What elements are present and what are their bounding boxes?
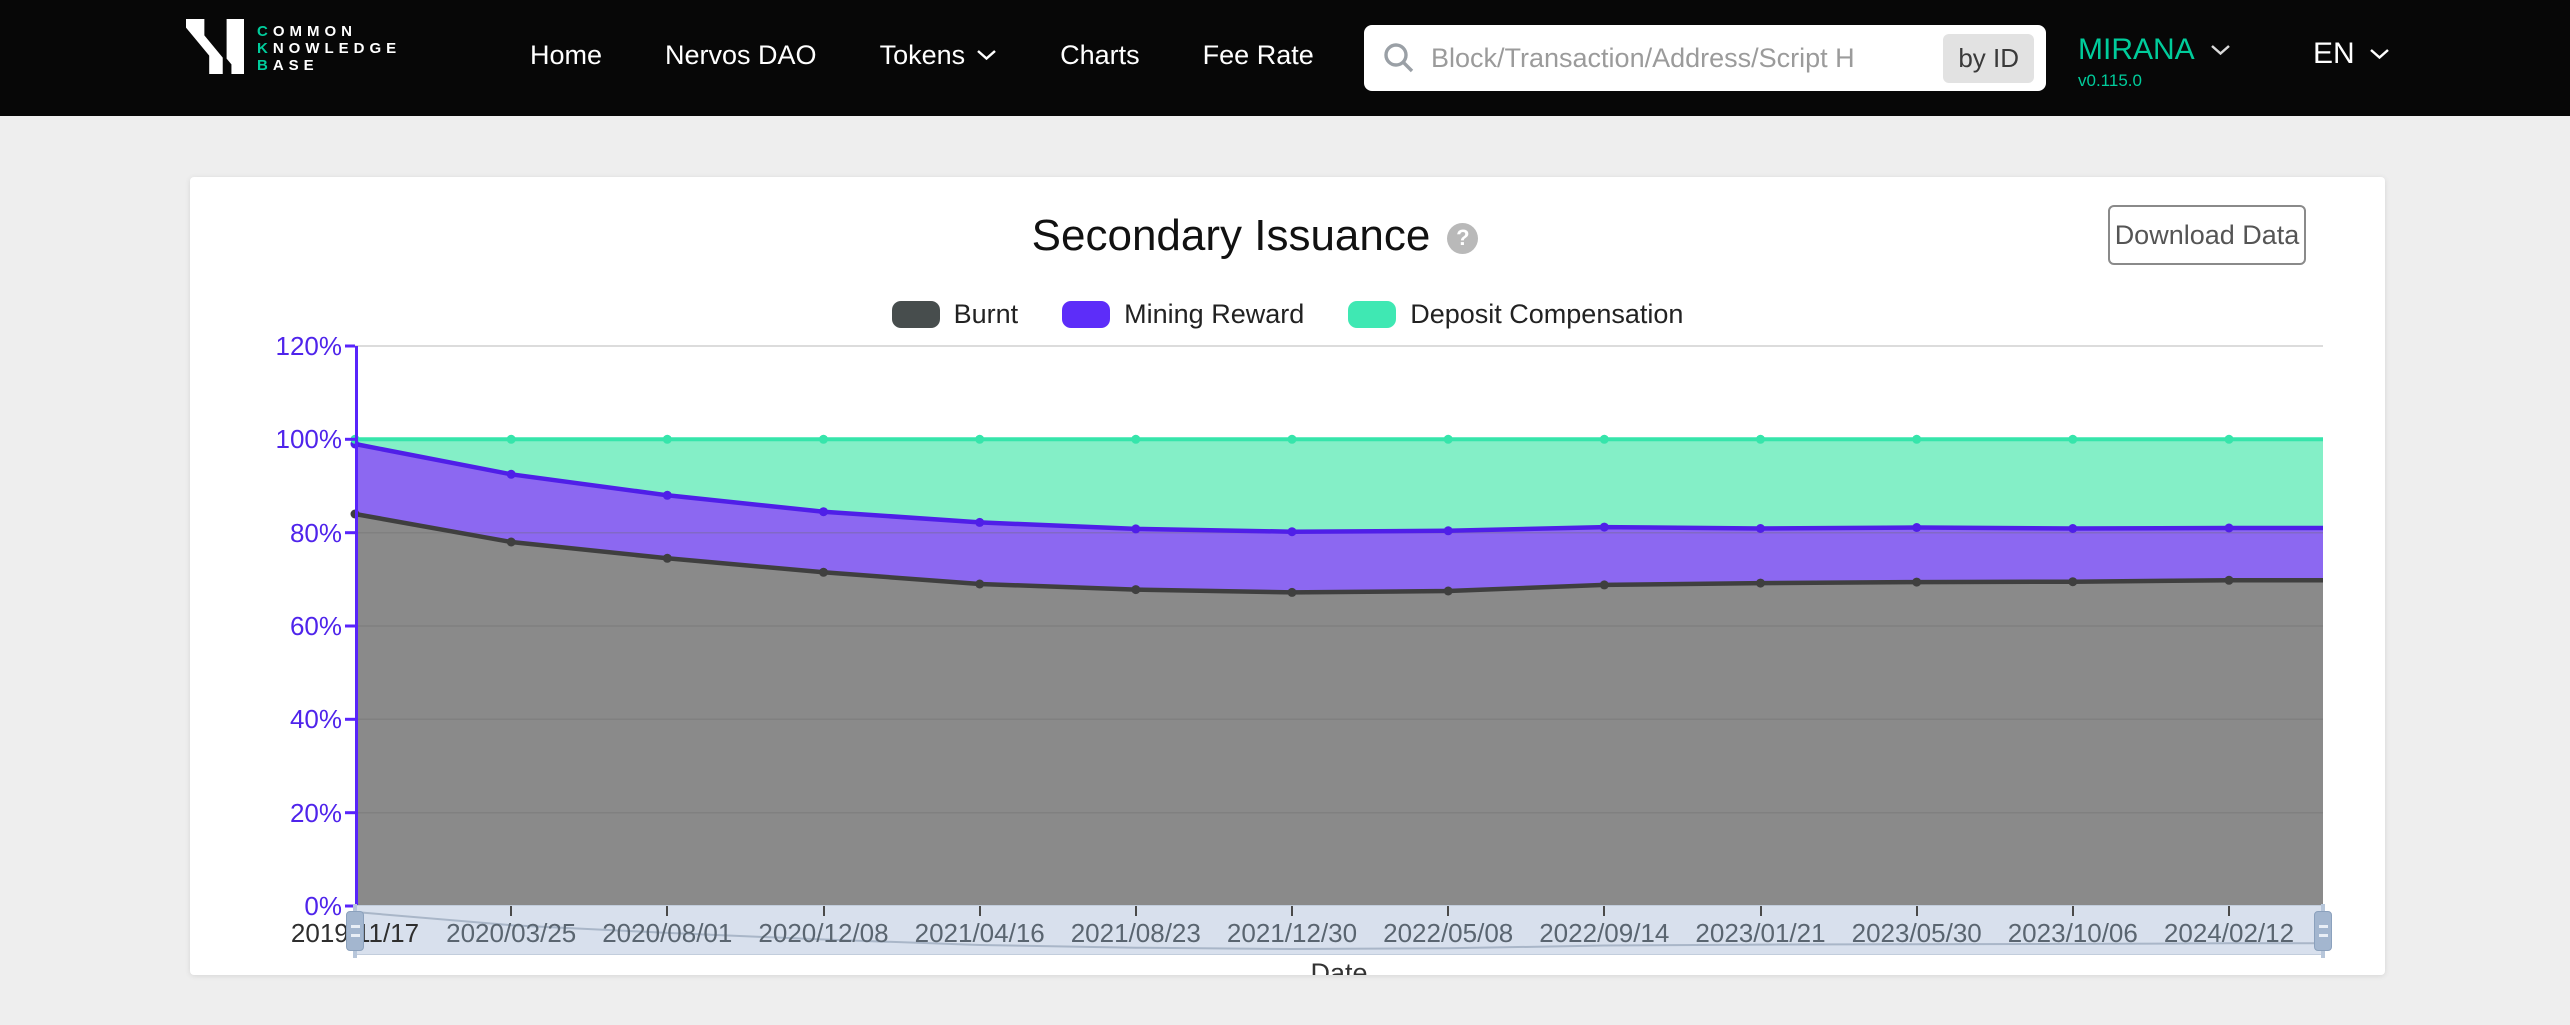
legend-item-burnt[interactable]: Burnt bbox=[892, 299, 1019, 330]
x-axis-label: 2020/08/01 bbox=[602, 918, 732, 949]
x-axis-label: 2021/08/23 bbox=[1071, 918, 1201, 949]
legend-swatch-burnt bbox=[892, 301, 940, 328]
x-axis-tick bbox=[1135, 906, 1137, 916]
x-axis-label: 2021/04/16 bbox=[915, 918, 1045, 949]
network-name: MIRANA bbox=[2078, 33, 2195, 67]
x-axis-label: 2023/01/21 bbox=[1695, 918, 1825, 949]
x-axis-tick bbox=[1603, 906, 1605, 916]
x-axis-tick bbox=[823, 906, 825, 916]
chevron-down-icon bbox=[2210, 44, 2231, 56]
language-label: EN bbox=[2313, 37, 2355, 71]
y-axis-label: 120% bbox=[230, 331, 342, 362]
y-axis-label: 60% bbox=[230, 611, 342, 642]
nav-item-charts[interactable]: Charts bbox=[1060, 40, 1140, 71]
nav-item-tokens[interactable]: Tokens bbox=[880, 40, 998, 71]
top-nav: COMMON KNOWLEDGE BASE Home Nervos DAO To… bbox=[0, 0, 2570, 116]
chart-card: Secondary Issuance ? Download Data Burnt… bbox=[190, 177, 2385, 975]
x-axis-tick bbox=[666, 906, 668, 916]
search-by-id-button[interactable]: by ID bbox=[1943, 34, 2034, 83]
datazoom-handle-right[interactable] bbox=[2312, 906, 2334, 956]
legend-swatch-deposit-compensation bbox=[1348, 301, 1396, 328]
x-axis-label: 2024/02/12 bbox=[2164, 918, 2294, 949]
x-axis-label: 2021/12/30 bbox=[1227, 918, 1357, 949]
datazoom-handle-left[interactable] bbox=[344, 906, 366, 956]
x-axis-label: 2023/05/30 bbox=[1852, 918, 1982, 949]
x-axis-label: 2020/03/25 bbox=[446, 918, 576, 949]
x-axis-label: 2022/05/08 bbox=[1383, 918, 1513, 949]
language-selector[interactable]: EN bbox=[2313, 37, 2390, 71]
legend-item-mining-reward[interactable]: Mining Reward bbox=[1062, 299, 1304, 330]
legend-swatch-mining-reward bbox=[1062, 301, 1110, 328]
search-icon bbox=[1382, 41, 1416, 75]
x-axis-tick bbox=[1291, 906, 1293, 916]
datazoom-slider[interactable]: 2019/11/172020/03/252020/08/012020/12/08… bbox=[355, 905, 2323, 955]
logo-text: COMMON KNOWLEDGE BASE bbox=[257, 18, 401, 75]
x-axis-tick bbox=[1760, 906, 1762, 916]
network-selector[interactable]: MIRANA v0.115.0 bbox=[2078, 33, 2231, 91]
y-axis-label: 20% bbox=[230, 798, 342, 829]
logo[interactable]: COMMON KNOWLEDGE BASE bbox=[186, 18, 401, 75]
x-axis-label: 2020/12/08 bbox=[758, 918, 888, 949]
network-version: v0.115.0 bbox=[2078, 71, 2231, 91]
x-axis-tick bbox=[1447, 906, 1449, 916]
legend-label: Burnt bbox=[954, 299, 1019, 330]
x-axis-tick bbox=[2072, 906, 2074, 916]
nav-item-nervos-dao[interactable]: Nervos DAO bbox=[665, 40, 817, 71]
download-data-button[interactable]: Download Data bbox=[2108, 205, 2306, 265]
chart-title-row: Secondary Issuance ? bbox=[190, 211, 2320, 261]
chevron-down-icon bbox=[976, 49, 997, 61]
x-axis-tick bbox=[1916, 906, 1918, 916]
x-axis-title: Date bbox=[355, 958, 2323, 975]
chart-legend: Burnt Mining Reward Deposit Compensation bbox=[190, 299, 2385, 330]
page-title: Secondary Issuance bbox=[1032, 211, 1431, 261]
x-axis-tick bbox=[979, 906, 981, 916]
x-axis-label: 2022/09/14 bbox=[1539, 918, 1669, 949]
legend-label: Mining Reward bbox=[1124, 299, 1304, 330]
help-icon[interactable]: ? bbox=[1447, 223, 1478, 254]
nav-item-fee-rate[interactable]: Fee Rate bbox=[1203, 40, 1314, 71]
nervos-logo-icon bbox=[186, 18, 244, 75]
search-input[interactable] bbox=[1431, 43, 1943, 74]
x-axis-label: 2023/10/06 bbox=[2008, 918, 2138, 949]
nav-item-home[interactable]: Home bbox=[530, 40, 602, 71]
secondary-issuance-chart[interactable] bbox=[355, 346, 2323, 906]
legend-item-deposit-compensation[interactable]: Deposit Compensation bbox=[1348, 299, 1683, 330]
y-axis-label: 40% bbox=[230, 704, 342, 735]
x-axis-tick bbox=[2228, 906, 2230, 916]
nav-menu: Home Nervos DAO Tokens Charts Fee Rate bbox=[530, 0, 1314, 110]
y-axis-label: 100% bbox=[230, 424, 342, 455]
legend-label: Deposit Compensation bbox=[1410, 299, 1683, 330]
x-axis-tick bbox=[510, 906, 512, 916]
y-axis-label: 80% bbox=[230, 518, 342, 549]
chevron-down-icon bbox=[2369, 48, 2390, 60]
search-bar: by ID bbox=[1364, 25, 2046, 91]
